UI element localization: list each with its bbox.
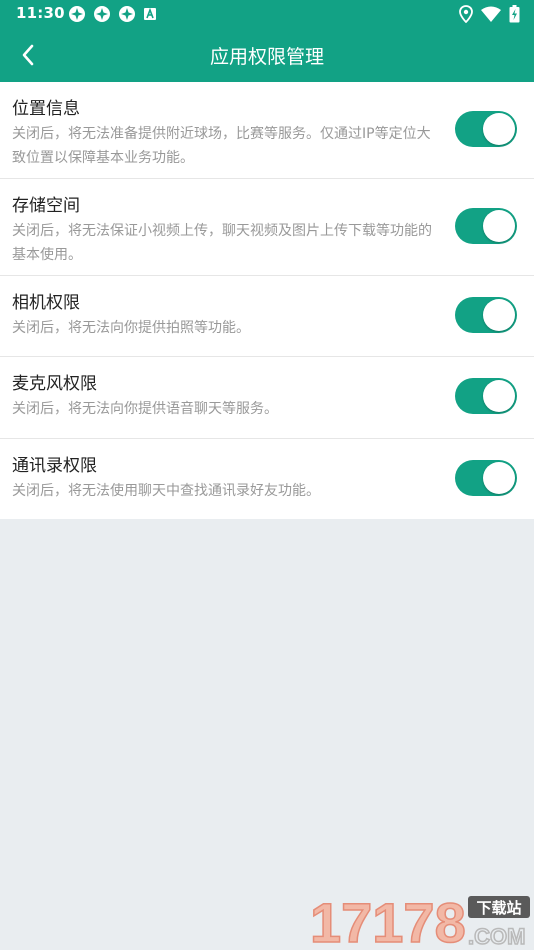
watermark-number: 17178	[310, 891, 466, 950]
page-title: 应用权限管理	[209, 46, 324, 68]
permission-title: 麦克风权限	[12, 374, 97, 394]
status-time: 11:30	[16, 4, 65, 22]
permission-list: 位置信息 关闭后，将无法准备提供附近球场，比赛等服务。仅通过IP等定位大致位置以…	[0, 82, 534, 519]
nav-bar: 应用权限管理	[0, 28, 534, 82]
app-screen: 11:30 应用权限管理 位置信息 关闭后，将无法准备提供附近球场，比赛等服务。…	[0, 0, 534, 950]
toggle-knob	[483, 113, 515, 145]
toggle-knob	[483, 210, 515, 242]
status-bar: 11:30	[0, 0, 534, 28]
app-notification-icon	[93, 5, 111, 23]
microphone-permission-toggle[interactable]	[455, 378, 517, 414]
permission-item-contacts: 通讯录权限 关闭后，将无法使用聊天中查找通讯录好友功能。	[0, 439, 534, 519]
permission-item-camera: 相机权限 关闭后，将无法向你提供拍照等功能。	[0, 276, 534, 357]
watermark-suffix: .COM	[468, 924, 525, 949]
permission-description: 关闭后，将无法向你提供语音聊天等服务。	[12, 401, 278, 417]
wifi-icon	[481, 6, 501, 22]
contacts-permission-toggle[interactable]	[455, 460, 517, 496]
permission-description: 关闭后，将无法保证小视频上传，聊天视频及图片上传下载等功能的基本使用。	[12, 223, 432, 263]
site-watermark: 17178 下载站 .COM	[306, 890, 534, 950]
location-permission-toggle[interactable]	[455, 111, 517, 147]
permission-title: 位置信息	[12, 99, 80, 119]
watermark-logo: 17178 下载站 .COM	[309, 890, 530, 950]
location-icon	[459, 5, 473, 23]
permission-title: 通讯录权限	[12, 456, 97, 476]
status-system-icons	[459, 5, 520, 23]
app-notification-icon	[68, 5, 86, 23]
toggle-knob	[483, 462, 515, 494]
permission-description: 关闭后，将无法准备提供附近球场，比赛等服务。仅通过IP等定位大致位置以保障基本业…	[12, 126, 431, 166]
permission-description: 关闭后，将无法向你提供拍照等功能。	[12, 320, 250, 336]
camera-permission-toggle[interactable]	[455, 297, 517, 333]
status-notification-icons	[68, 5, 157, 23]
app-notification-icon	[118, 5, 136, 23]
permission-item-storage: 存储空间 关闭后，将无法保证小视频上传，聊天视频及图片上传下载等功能的基本使用。	[0, 179, 534, 276]
storage-permission-toggle[interactable]	[455, 208, 517, 244]
toggle-knob	[483, 299, 515, 331]
permission-description: 关闭后，将无法使用聊天中查找通讯录好友功能。	[12, 483, 320, 499]
permission-item-location: 位置信息 关闭后，将无法准备提供附近球场，比赛等服务。仅通过IP等定位大致位置以…	[0, 82, 534, 179]
app-header: 11:30 应用权限管理	[0, 0, 534, 82]
toggle-knob	[483, 380, 515, 412]
a-notification-icon	[143, 7, 157, 21]
permission-item-microphone: 麦克风权限 关闭后，将无法向你提供语音聊天等服务。	[0, 357, 534, 439]
permission-title: 相机权限	[12, 293, 80, 313]
battery-charging-icon	[509, 5, 520, 23]
permission-title: 存储空间	[12, 196, 80, 216]
watermark-badge: 下载站	[476, 899, 521, 917]
